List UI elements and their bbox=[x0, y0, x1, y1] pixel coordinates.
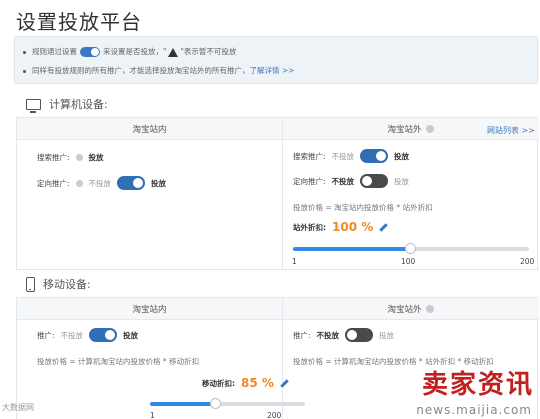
site-list-link[interactable]: 网站列表 >> bbox=[487, 125, 535, 136]
pc-outside-directional-toggle[interactable] bbox=[360, 174, 389, 188]
mobile-outside-promo-row: 推广: 不投放 投放 bbox=[293, 328, 394, 342]
pc-outside-search-label: 搜索推广: bbox=[293, 151, 326, 161]
help-icon[interactable] bbox=[425, 304, 434, 313]
pc-section-head: 计算机设备: bbox=[26, 96, 108, 113]
pc-inside-directional-label: 定向推广: bbox=[37, 178, 70, 188]
pc-inside-directional-toggle[interactable] bbox=[117, 176, 146, 190]
computer-icon bbox=[26, 98, 41, 113]
slider-handle[interactable] bbox=[209, 398, 221, 409]
pc-inside-directional-on: 投放 bbox=[151, 178, 167, 188]
watermark-url: news.maijia.com bbox=[416, 403, 532, 417]
slider-fill bbox=[150, 402, 216, 406]
mobile-inside-header: 淘宝站内 bbox=[17, 298, 282, 320]
mobile-outside-promo-label: 推广: bbox=[293, 330, 311, 340]
mobile-inside-discount-value: 85 % bbox=[241, 376, 274, 390]
mobile-inside-promo-toggle[interactable] bbox=[89, 328, 118, 342]
pc-panel: 淘宝站内 淘宝站外 网站列表 >> 搜索推广: 投放 定向推广: 不投放 投放 … bbox=[16, 117, 539, 270]
mobile-outside-promo-on: 投放 bbox=[379, 330, 395, 340]
mobile-inside-discount-slider[interactable] bbox=[150, 398, 305, 409]
mobile-section-label: 移动设备: bbox=[43, 278, 91, 291]
mobile-inside-discount-row: 移动折扣: 85 % bbox=[202, 376, 289, 390]
warning-icon bbox=[168, 47, 179, 57]
pc-inside-search-row: 搜索推广: 投放 bbox=[37, 152, 104, 163]
pc-outside-directional-off: 不投放 bbox=[331, 176, 355, 186]
slider-tick-max: 200 bbox=[520, 257, 535, 266]
pc-outside-search-off: 不投放 bbox=[331, 151, 355, 161]
learn-more-link[interactable]: 了解详情 >> bbox=[250, 66, 295, 75]
notice-line-2: 同样有投放规则的所有推广，才能选择投放淘宝站外的所有推广，了解详情 >> bbox=[23, 65, 294, 76]
pc-outside-discount-value: 100 % bbox=[332, 220, 374, 234]
notice-line-1: 规则通过设置 来设置是否投放，" "表示暂不可投放 bbox=[23, 46, 236, 57]
edit-pencil-icon[interactable] bbox=[379, 222, 388, 232]
mobile-outside-promo-toggle[interactable] bbox=[345, 328, 374, 342]
notice-line1-mid: 来设置是否投放， bbox=[103, 47, 163, 56]
mobile-inside-discount-label: 移动折扣: bbox=[202, 378, 235, 388]
pc-outside-discount-slider[interactable] bbox=[293, 243, 529, 254]
mobile-inside-promo-row: 推广: 不投放 投放 bbox=[37, 328, 138, 342]
help-icon[interactable] bbox=[425, 124, 434, 133]
slider-handle[interactable] bbox=[404, 243, 416, 254]
mobile-inside-promo-off: 不投放 bbox=[60, 330, 84, 340]
notice-line1-warn: 表示暂不可投放 bbox=[183, 47, 237, 56]
mobile-column-divider bbox=[282, 298, 283, 419]
pc-outside-directional-label: 定向推广: bbox=[293, 176, 326, 186]
mobile-inside-promo-label: 推广: bbox=[37, 330, 55, 340]
slider-tick-mid: 100 bbox=[401, 257, 416, 266]
pc-outside-search-toggle[interactable] bbox=[360, 149, 389, 163]
slider-fill bbox=[293, 247, 411, 251]
pc-inside-directional-row: 定向推广: 不投放 投放 bbox=[37, 176, 166, 190]
mobile-inside-promo-on: 投放 bbox=[123, 330, 139, 340]
pc-outside-discount-label: 站外折扣: bbox=[293, 222, 326, 232]
pc-outside-search-row: 搜索推广: 不投放 投放 bbox=[293, 149, 409, 163]
edit-pencil-icon[interactable] bbox=[280, 378, 289, 388]
mobile-outside-promo-off: 不投放 bbox=[316, 330, 340, 340]
mobile-phone-icon bbox=[26, 276, 35, 292]
pc-outside-discount-row: 站外折扣: 100 % bbox=[293, 220, 388, 234]
mobile-inside-formula: 投放价格 = 计算机淘宝站内投放价格 * 移动折扣 bbox=[37, 357, 200, 366]
pc-inside-search-label: 搜索推广: bbox=[37, 153, 70, 162]
help-icon[interactable] bbox=[75, 154, 83, 161]
pc-column-divider bbox=[282, 118, 283, 269]
mobile-section-head: 移动设备: bbox=[26, 276, 91, 292]
pc-section-label: 计算机设备: bbox=[49, 98, 108, 111]
pc-inside-header: 淘宝站内 bbox=[17, 118, 282, 140]
pc-outside-directional-row: 定向推广: 不投放 投放 bbox=[293, 174, 409, 188]
pc-outside-formula: 投放价格 = 淘宝站内投放价格 * 站外折扣 bbox=[293, 203, 433, 212]
pc-inside-search-value: 投放 bbox=[88, 153, 104, 162]
notice-line1-prefix: 规则通过设置 bbox=[32, 47, 77, 56]
help-icon[interactable] bbox=[75, 179, 83, 187]
slider-tick-min: 1 bbox=[292, 257, 297, 266]
bullet-icon bbox=[23, 69, 26, 73]
notice-box: 规则通过设置 来设置是否投放，" "表示暂不可投放 同样有投放规则的所有推广，才能选… bbox=[14, 36, 538, 84]
slider-tick-max: 200 bbox=[267, 411, 282, 419]
pc-outside-directional-on: 投放 bbox=[394, 176, 410, 186]
slider-tick-min: 1 bbox=[150, 411, 155, 419]
toggle-sample-icon bbox=[80, 47, 100, 57]
bullet-icon bbox=[23, 50, 26, 54]
page-title: 设置投放平台 bbox=[16, 10, 142, 34]
pc-outside-search-on: 投放 bbox=[394, 151, 410, 161]
watermark-brand: 卖家资讯 bbox=[421, 370, 534, 400]
mobile-outside-header: 淘宝站外 bbox=[282, 298, 539, 320]
pc-inside-directional-off: 不投放 bbox=[88, 178, 112, 188]
watermark-left: 大数据网 bbox=[2, 403, 34, 412]
notice-line2-text: 同样有投放规则的所有推广，才能选择投放淘宝站外的所有推广， bbox=[32, 66, 250, 75]
